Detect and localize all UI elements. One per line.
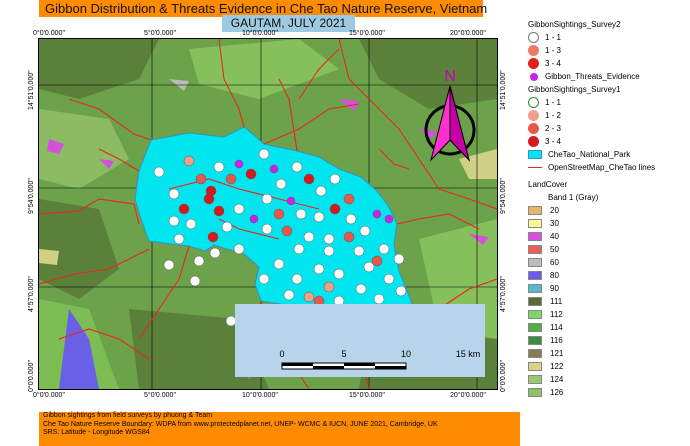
- landcover-swatch: [528, 362, 542, 371]
- coord-bottom-4: 20°0'0.000": [450, 392, 486, 399]
- legend-survey1-item: 3 - 4: [528, 135, 688, 148]
- landcover-label: 60: [550, 258, 559, 267]
- landcover-swatch: [528, 375, 542, 384]
- footer-credits: Gibbon sightings from field surveys by p…: [39, 412, 520, 446]
- legend-landcover-item: 126: [528, 386, 688, 399]
- legend-survey1-item: 1 - 1: [528, 96, 688, 109]
- north-label: N: [444, 68, 456, 85]
- coord-top-0: 0°0'0.000": [33, 30, 65, 37]
- coord-bottom-0: 0°0'0.000": [33, 392, 65, 399]
- coord-bottom-1: 5°0'0.000": [144, 392, 176, 399]
- coord-top-3: 15°0'0.000": [349, 30, 385, 37]
- legend-survey1-item: 2 - 3: [528, 122, 688, 135]
- coord-top-4: 20°0'0.000": [450, 30, 486, 37]
- legend-park-item: CheTao_National_Park: [528, 148, 688, 161]
- landcover-label: 111: [550, 297, 563, 306]
- legend-landcover-item: 90: [528, 282, 688, 295]
- legend-landcover-list: 20 30 40 50 60 80 90 111 112 114 116 121 122 124 126: [528, 204, 688, 399]
- legend-landcover-item: 20: [528, 204, 688, 217]
- legend-landcover-item: 50: [528, 243, 688, 256]
- legend-landcover-title: LandCover: [528, 180, 568, 189]
- legend-osm-item: OpenStreetMap_CheTao lines: [528, 161, 688, 174]
- footer-line: Che Tao Nature Reserve Boundary: WDPA fr…: [43, 420, 438, 428]
- landcover-swatch: [528, 297, 542, 306]
- legend-survey2-title: GibbonSightings_Survey2: [528, 20, 621, 29]
- coord-left-0: 14°51'0.000": [28, 70, 35, 110]
- landcover-label: 126: [550, 388, 564, 397]
- scale-bar: 0 5 10 15 km: [235, 304, 485, 377]
- landcover-swatch: [528, 245, 542, 254]
- landcover-swatch: [528, 323, 542, 332]
- coord-right-0: 14°51'0.000": [500, 70, 507, 110]
- landcover-swatch: [528, 388, 542, 397]
- landcover-swatch: [528, 336, 542, 345]
- landcover-label: 114: [550, 323, 563, 332]
- footer-line: Gibbon sightings from field surveys by p…: [43, 412, 213, 419]
- coord-left-1: 9°54'0.000": [28, 178, 35, 214]
- legend-landcover-item: 30: [528, 217, 688, 230]
- landcover-label: 40: [550, 232, 559, 241]
- legend-landcover-item: 40: [528, 230, 688, 243]
- legend-landcover-item: 114: [528, 321, 688, 334]
- legend-landcover-item: 124: [528, 373, 688, 386]
- landcover-swatch: [528, 258, 542, 267]
- coord-right-3: 0°0'0.000": [500, 360, 507, 392]
- scale-tick-0: 0: [279, 349, 284, 359]
- landcover-swatch: [528, 271, 542, 280]
- landcover-label: 30: [550, 219, 559, 228]
- landcover-swatch: [528, 310, 542, 319]
- legend-survey2-item: 1 - 3: [528, 44, 688, 57]
- landcover-swatch: [528, 219, 542, 228]
- coord-top-1: 5°0'0.000": [144, 30, 176, 37]
- landcover-swatch: [528, 284, 542, 293]
- coord-bottom-3: 15°0'0.000": [349, 392, 385, 399]
- landcover-label: 122: [550, 362, 564, 371]
- landcover-label: 80: [550, 271, 559, 280]
- legend-threats-item: Gibbon_Threats_Evidence: [528, 70, 688, 83]
- legend-landcover-item: 60: [528, 256, 688, 269]
- legend-landcover-item: 121: [528, 347, 688, 360]
- legend-landcover-item: 112: [528, 308, 688, 321]
- coord-top-2: 10°0'0.000": [242, 30, 278, 37]
- legend-landcover-item: 111: [528, 295, 688, 308]
- landcover-label: 50: [550, 245, 559, 254]
- landcover-label: 121: [550, 349, 564, 358]
- landcover-label: 90: [550, 284, 559, 293]
- legend-band-label: Band 1 (Gray): [548, 193, 599, 202]
- landcover-label: 124: [550, 375, 564, 384]
- coord-left-3: 0°0'0.000": [28, 360, 35, 392]
- landcover-swatch: [528, 349, 542, 358]
- coord-left-2: 4°57'0.000": [28, 276, 35, 312]
- north-arrow: N: [417, 68, 483, 168]
- landcover-label: 116: [550, 336, 563, 345]
- scale-tick-1: 5: [341, 349, 346, 359]
- legend: GibbonSightings_Survey2 1 - 1 1 - 3 3 - …: [528, 18, 688, 399]
- landcover-swatch: [528, 232, 542, 241]
- coord-right-1: 9°54'0.000": [500, 178, 507, 214]
- landcover-label: 112: [550, 310, 563, 319]
- legend-landcover-item: 80: [528, 269, 688, 282]
- landcover-swatch: [528, 206, 542, 215]
- legend-landcover-item: 122: [528, 360, 688, 373]
- legend-landcover-item: 116: [528, 334, 688, 347]
- legend-survey1-title: GibbonSightings_Survey1: [528, 85, 621, 94]
- legend-survey2-item: 3 - 4: [528, 57, 688, 70]
- landcover-label: 20: [550, 206, 559, 215]
- legend-survey2-item: 1 - 1: [528, 31, 688, 44]
- coord-bottom-2: 10°0'0.000": [242, 392, 278, 399]
- coord-right-2: 4°57'0.000": [500, 276, 507, 312]
- legend-survey1-item: 1 - 2: [528, 109, 688, 122]
- scale-tick-2: 10: [401, 349, 411, 359]
- scale-tick-3: 15 km: [456, 349, 481, 359]
- footer-line: SRS: Latitude - Longitude WGS84: [43, 429, 150, 436]
